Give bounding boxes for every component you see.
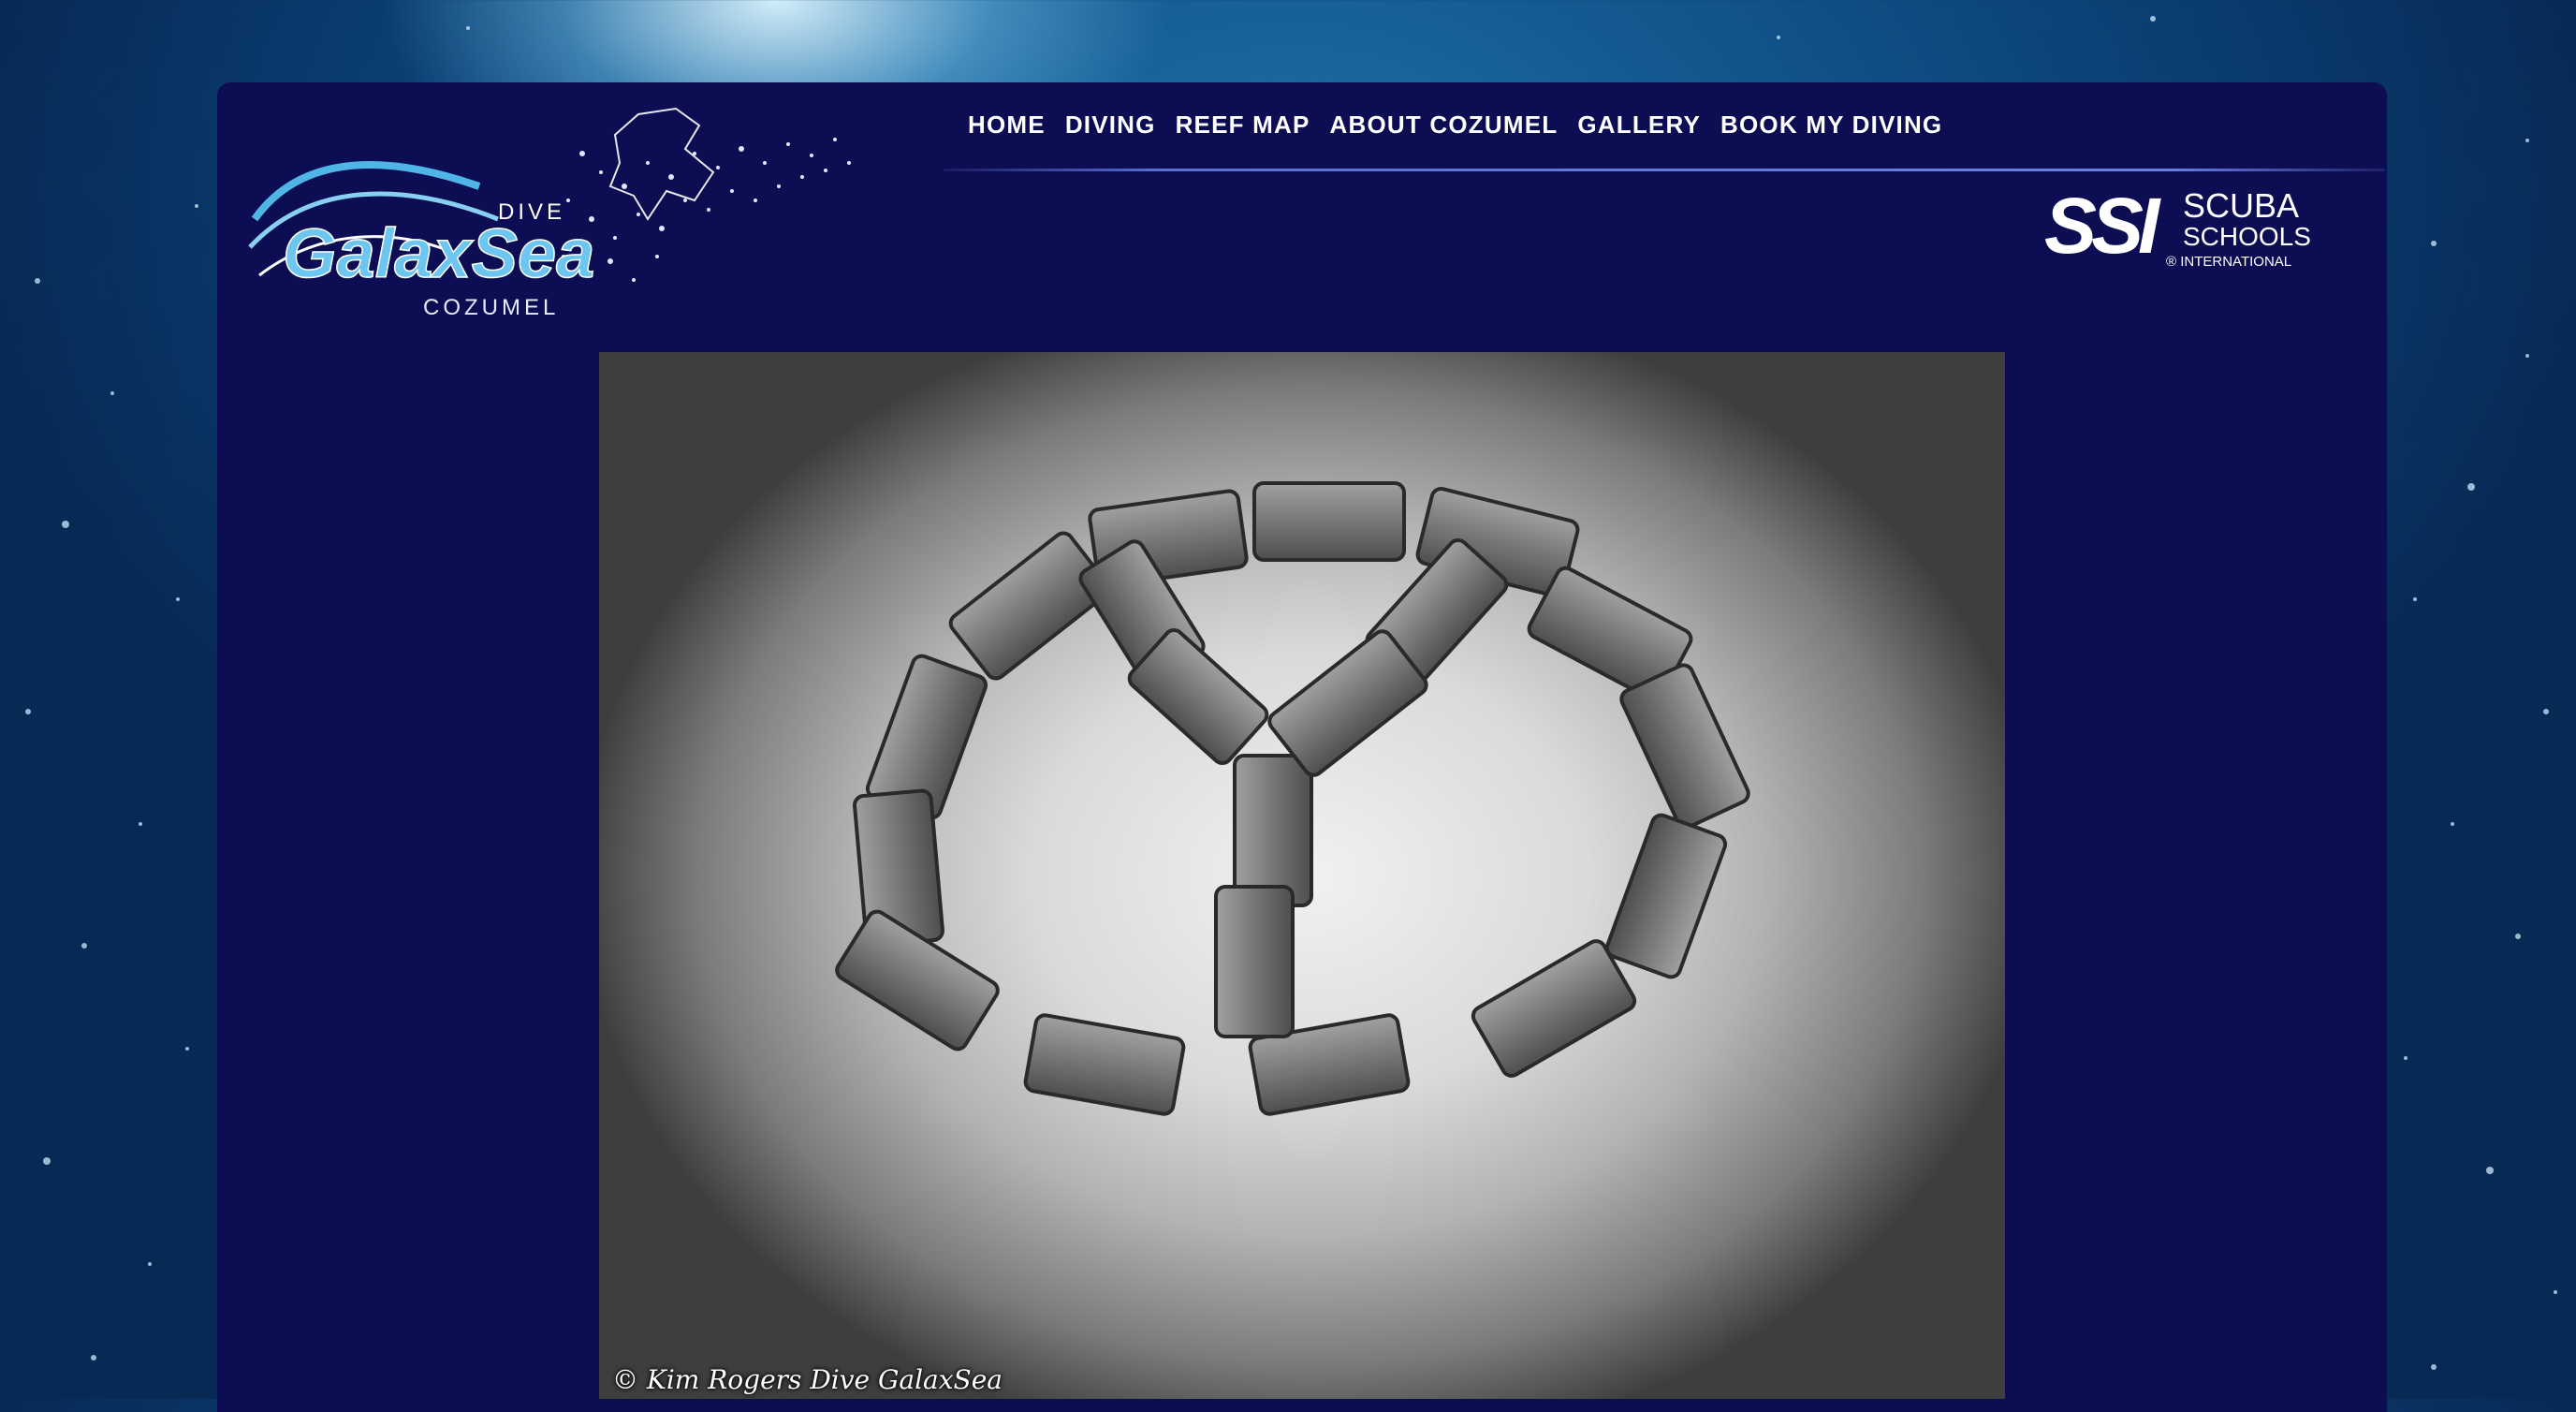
- ssi-line-international: ® INTERNATIONAL: [2166, 254, 2291, 270]
- nav-item-diving[interactable]: DIVING: [1065, 110, 1156, 140]
- ssi-mark: SSI: [2044, 185, 2161, 270]
- ssi-line-schools: SCHOOLS: [2183, 222, 2311, 251]
- nav-item-reef-map[interactable]: REEF MAP: [1176, 110, 1310, 140]
- logo-name-sea: Sea: [472, 214, 595, 292]
- logo-location-text: COZUMEL: [423, 295, 559, 320]
- main-navigation: HOME DIVING REEF MAP ABOUT COZUMEL GALLE…: [944, 82, 2385, 174]
- logo-name-galax: Galax: [283, 214, 474, 292]
- nav-item-about-cozumel[interactable]: ABOUT COZUMEL: [1330, 110, 1559, 140]
- ssi-line-scuba: SCUBA: [2183, 186, 2299, 225]
- nav-item-home[interactable]: HOME: [968, 110, 1046, 140]
- peace-sign-bricks-photo: © Kim Rogers Dive GalaxSea: [599, 352, 2005, 1399]
- nav-item-book-my-diving[interactable]: BOOK MY DIVING: [1720, 110, 1942, 140]
- svg-text:GalaxSea: GalaxSea: [283, 214, 594, 292]
- photo-credit: © Kim Rogers Dive GalaxSea: [612, 1364, 1003, 1395]
- ssi-logo[interactable]: SSI SCUBA SCHOOLS ® INTERNATIONAL: [2044, 182, 2336, 272]
- galaxsea-logo[interactable]: DIVE GalaxSea COZUMEL: [245, 97, 863, 322]
- nav-item-gallery[interactable]: GALLERY: [1577, 110, 1701, 140]
